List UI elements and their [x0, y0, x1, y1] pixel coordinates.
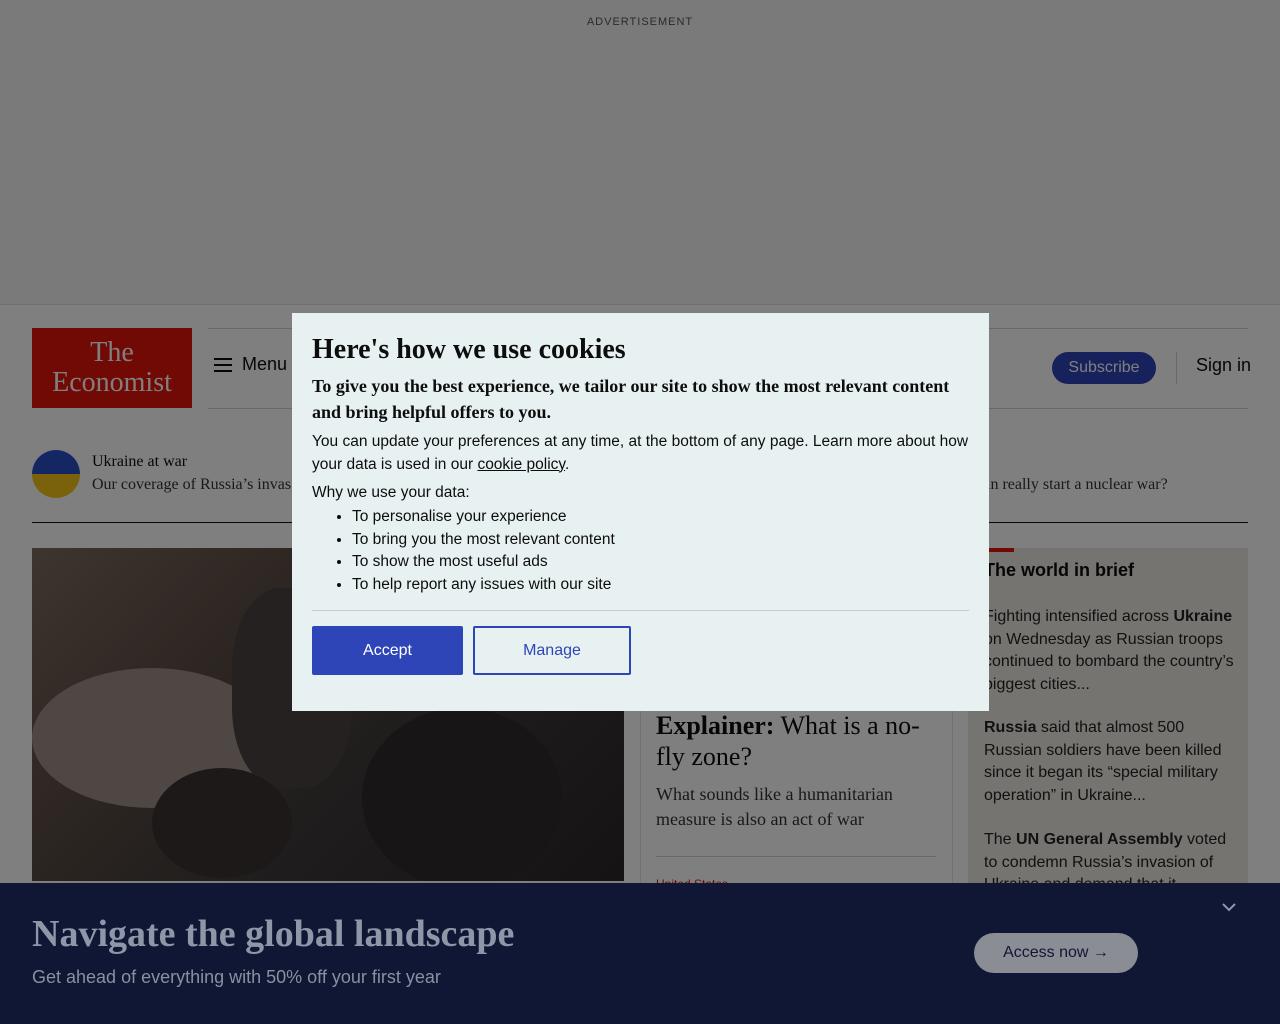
cookie-dialog-lead: To give you the best experience, we tail…	[312, 376, 950, 422]
accept-button[interactable]: Accept	[312, 626, 463, 675]
cookie-dialog-actions: Accept Manage	[312, 626, 969, 675]
banner-title: Navigate the global landscape	[32, 913, 515, 955]
cookie-reason: To show the most useful ads	[352, 551, 969, 574]
manage-button[interactable]: Manage	[473, 626, 631, 675]
cookie-text-part: .	[565, 455, 570, 473]
cookie-text-part: You can update your preferences at any t…	[312, 433, 969, 473]
chevron-down-icon[interactable]	[1222, 900, 1236, 914]
cookie-why-label: Why we use your data:	[312, 484, 470, 501]
cookie-dialog-divider	[312, 610, 969, 611]
cookie-dialog-text: You can update your preferences at any t…	[312, 431, 969, 476]
cookie-dialog-title: Here's how we use cookies	[312, 334, 626, 365]
access-now-button[interactable]: Access now →	[974, 933, 1138, 973]
banner-subtitle: Get ahead of everything with 50% off you…	[32, 967, 441, 987]
cookie-reason: To help report any issues with our site	[352, 574, 969, 597]
cookie-reason: To bring you the most relevant content	[352, 529, 969, 552]
cookie-consent-dialog: Here's how we use cookies To give you th…	[292, 313, 989, 711]
cookie-policy-link[interactable]: cookie policy	[477, 456, 565, 473]
cookie-reason: To personalise your experience	[352, 506, 969, 529]
cookie-reasons-list: To personalise your experience To bring …	[312, 506, 969, 596]
